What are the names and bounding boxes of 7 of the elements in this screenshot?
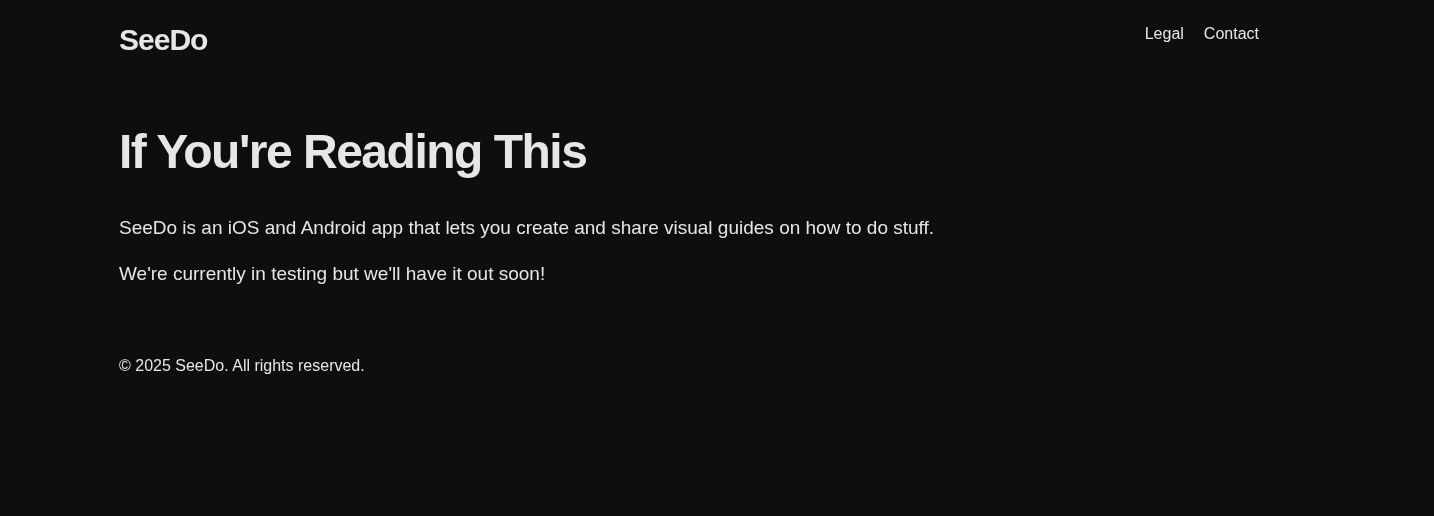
intro-paragraph: SeeDo is an iOS and Android app that lets you create and share visual guides on how to do stuff.: [119, 216, 936, 240]
logo[interactable]: SeeDo: [119, 22, 208, 58]
copyright-text: © 2025 SeeDo. All rights reserved.: [119, 356, 366, 376]
nav-link[interactable]: Legal: [1144, 22, 1184, 46]
page-heading: If You're Reading This: [119, 124, 588, 180]
intro-paragraph: We're currently in testing but we'll have it out soon!: [119, 262, 547, 286]
nav-link[interactable]: Contact: [1203, 22, 1259, 46]
